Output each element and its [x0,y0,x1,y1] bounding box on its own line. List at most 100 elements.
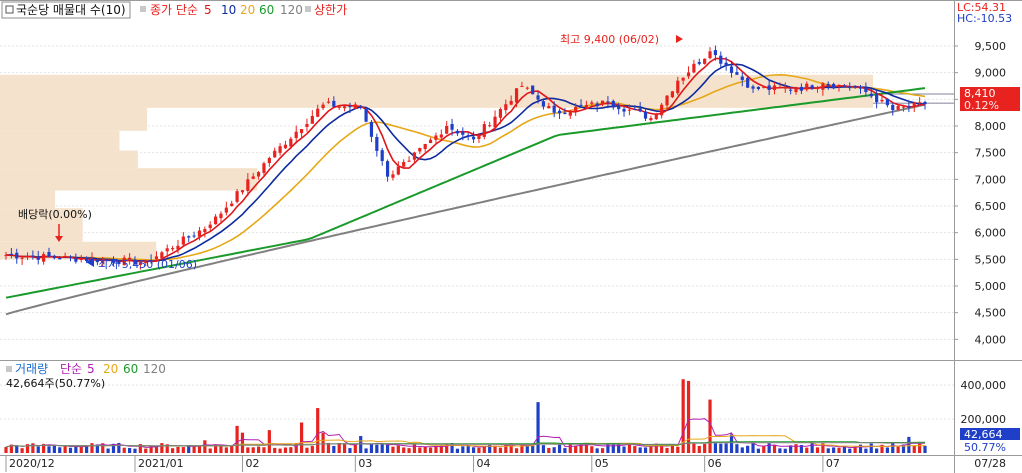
candle[interactable] [719,55,723,64]
volume-bar[interactable] [144,448,148,453]
candle[interactable] [471,136,476,140]
volume-bar[interactable] [713,443,718,453]
volume-bar[interactable] [729,434,734,453]
volume-bar[interactable] [15,445,19,453]
volume-bar[interactable] [106,448,110,453]
volume-bar[interactable] [461,446,465,453]
candle[interactable] [896,105,900,110]
candle[interactable] [729,66,734,73]
volume-bar[interactable] [310,445,314,453]
candle[interactable] [665,95,669,106]
candle[interactable] [891,104,895,110]
candle[interactable] [63,255,67,258]
volume-bar[interactable] [455,448,460,453]
volume-bar[interactable] [133,448,137,453]
volume-bar[interactable] [79,446,83,453]
candle[interactable] [869,93,873,97]
candle[interactable] [213,216,218,225]
volume-bar[interactable] [794,444,798,453]
candle[interactable] [31,255,35,257]
volume-bar[interactable] [289,447,293,453]
candle[interactable] [660,104,664,116]
candle[interactable] [552,105,556,113]
volume-bar[interactable] [364,448,368,453]
candle[interactable] [649,118,653,121]
volume-bar[interactable] [428,447,433,453]
volume-bar[interactable] [407,448,411,453]
volume-bar[interactable] [375,444,379,453]
candle[interactable] [428,139,433,144]
volume-bar[interactable] [649,446,653,453]
candle[interactable] [821,83,825,90]
candle[interactable] [47,252,51,257]
volume-bar[interactable] [633,446,637,453]
volume-bar[interactable] [326,442,331,453]
candle[interactable] [369,122,374,137]
volume-bar[interactable] [719,443,723,453]
candle[interactable] [187,236,191,238]
candle[interactable] [267,158,271,163]
volume-bar[interactable] [552,447,556,453]
candle[interactable] [246,179,250,191]
volume-bar[interactable] [423,446,427,453]
candle[interactable] [756,86,760,90]
volume-bar[interactable] [627,444,632,453]
volume-bar[interactable] [622,446,626,453]
volume-bar[interactable] [20,448,24,453]
candle[interactable] [600,100,605,105]
volume-bar[interactable] [783,448,787,453]
candle[interactable] [407,160,411,162]
candle[interactable] [907,105,911,108]
volume-bar[interactable] [805,447,809,453]
volume-bar[interactable] [746,445,750,453]
candle[interactable] [353,104,357,109]
candle[interactable] [815,87,820,90]
volume-bar[interactable] [240,432,245,453]
candle[interactable] [445,126,449,134]
volume-bar[interactable] [885,447,889,453]
candle[interactable] [740,76,744,80]
volume-bar[interactable] [557,444,562,453]
candle[interactable] [25,256,30,258]
volume-bar[interactable] [332,445,336,453]
candle[interactable] [837,84,841,87]
volume-bar[interactable] [676,446,680,453]
volume-bar[interactable] [547,447,551,453]
candle[interactable] [880,99,884,102]
volume-bar[interactable] [574,445,578,453]
volume-bar[interactable] [267,430,271,453]
candle[interactable] [434,135,438,140]
candle[interactable] [520,86,524,87]
candle[interactable] [746,77,750,88]
candle[interactable] [4,255,8,257]
candle[interactable] [789,89,793,91]
volume-bar[interactable] [203,440,207,453]
candle[interactable] [557,110,562,114]
candle[interactable] [461,131,465,135]
volume-bar[interactable] [918,443,922,453]
candle[interactable] [375,136,379,151]
candle[interactable] [455,130,460,134]
candle[interactable] [337,106,341,108]
volume-bar[interactable] [181,447,185,453]
volume-bar[interactable] [283,447,288,453]
volume-bar[interactable] [219,445,223,453]
volume-bar[interactable] [751,442,755,453]
candle[interactable] [504,104,508,111]
volume-bar[interactable] [778,448,782,453]
candle[interactable] [289,138,293,147]
volume-bar[interactable] [832,447,836,453]
volume-bar[interactable] [402,447,406,453]
volume-bar[interactable] [273,447,277,453]
volume-bar[interactable] [316,408,320,453]
volume-bar[interactable] [305,447,309,453]
candle[interactable] [348,106,352,108]
candle[interactable] [326,101,331,103]
volume-bar[interactable] [531,445,535,453]
volume-bar[interactable] [611,443,615,453]
candle[interactable] [235,191,239,202]
volume-bar[interactable] [36,446,40,453]
candle[interactable] [568,112,572,116]
volume-bar[interactable] [68,447,73,453]
candle[interactable] [423,143,427,149]
